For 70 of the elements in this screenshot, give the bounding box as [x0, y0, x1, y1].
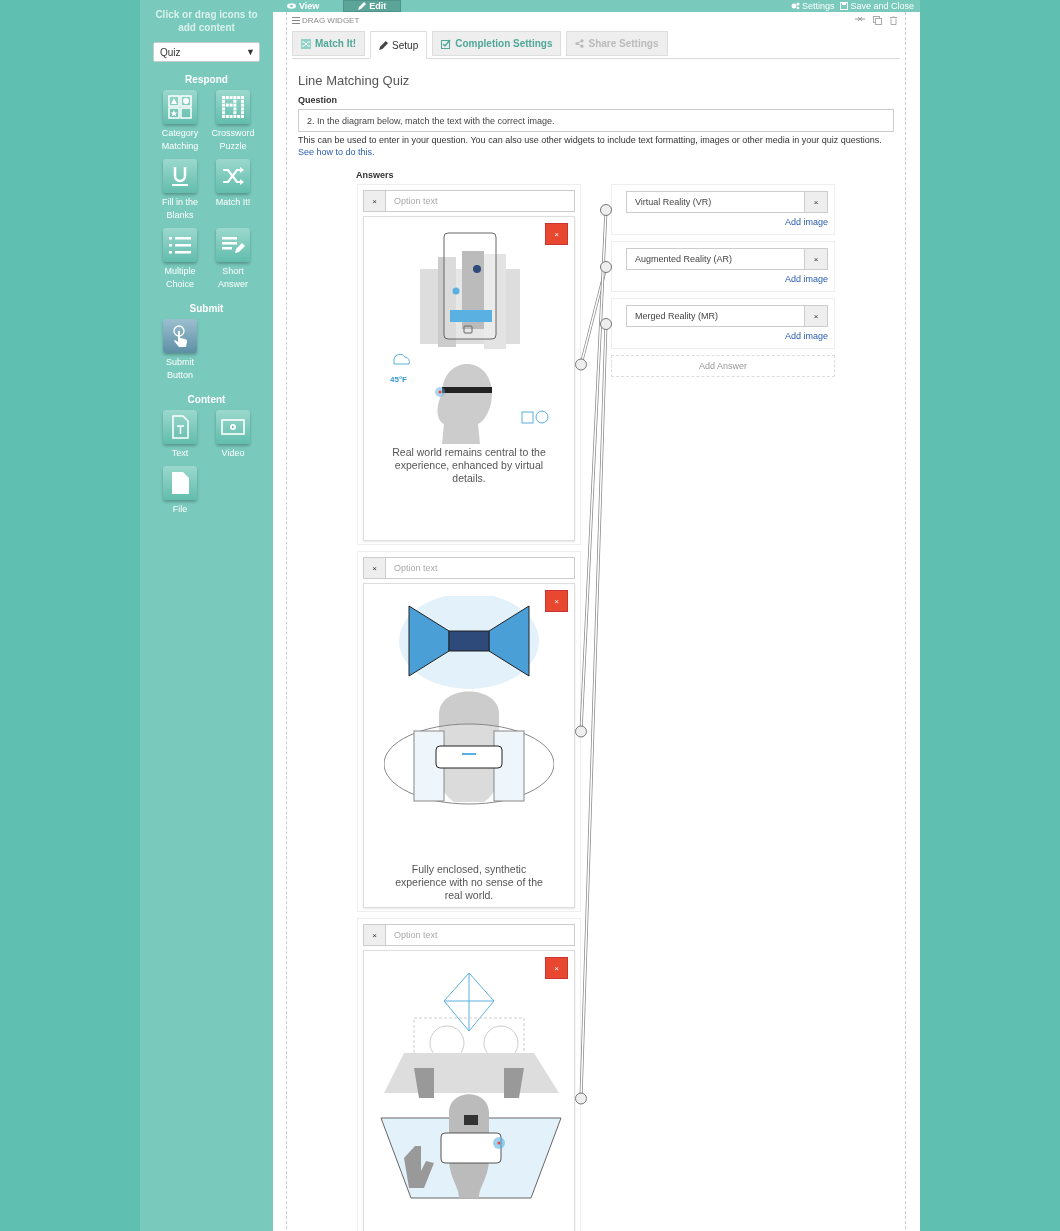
gears-icon [790, 2, 800, 10]
add-image-link[interactable]: Add image [784, 217, 828, 227]
answer-field[interactable]: Augmented Reality (AR) [626, 248, 805, 270]
tool-label: File [171, 503, 189, 516]
trash-icon[interactable] [890, 16, 897, 25]
temperature-label: 45°F [390, 375, 407, 384]
question-label: Question [298, 95, 338, 105]
drag-handle-label[interactable]: DRAG WIDGET [302, 16, 360, 25]
copy-icon[interactable] [873, 16, 882, 25]
image-caption: Real world remains central to the experience, enhanced by virtual details. [391, 446, 547, 485]
tool-label: Category Matching [160, 127, 200, 153]
remove-button[interactable]: × [805, 248, 828, 270]
pencil-icon [358, 2, 367, 10]
delete-image-button[interactable]: × [545, 223, 568, 245]
tool-label: Short Answer [217, 265, 249, 291]
tool-label: Submit Button [165, 356, 195, 382]
question-field[interactable]: 2. In the diagram below, match the text with the correct image. [298, 109, 894, 132]
option-field[interactable]: Option text [386, 557, 575, 579]
checkbox-icon [441, 38, 452, 49]
section-title: Submit [189, 303, 224, 314]
tool-tile[interactable] [163, 319, 197, 353]
add-image-link[interactable]: Add image [784, 331, 828, 341]
eye-icon [287, 3, 296, 9]
add-image-link[interactable]: Add image [784, 274, 828, 284]
tool-tile[interactable] [163, 410, 197, 444]
section-title: Content [187, 394, 226, 405]
settings-tab[interactable]: Setup [370, 31, 428, 59]
floppy-icon [840, 2, 849, 10]
shuffle-icon [301, 38, 311, 49]
remove-button[interactable]: × [363, 557, 386, 579]
tool-label: Fill in the Blanks [161, 196, 199, 222]
tool-tile[interactable] [163, 466, 197, 500]
answer-field[interactable]: Virtual Reality (VR) [626, 191, 805, 213]
tool-tile[interactable] [163, 159, 197, 193]
tool-label: Match It! [214, 196, 252, 209]
crossword-icon [221, 95, 245, 119]
quiz-title: Line Matching Quiz [298, 73, 411, 88]
tool-tile[interactable] [216, 228, 250, 262]
share-icon [575, 39, 585, 48]
pencil-icon [379, 40, 389, 50]
connector-lines-drawing[interactable] [575, 204, 612, 1105]
delete-image-button[interactable]: × [545, 590, 568, 612]
option-field[interactable]: Option text [386, 924, 575, 946]
image-caption: Fully enclosed, synthetic experience with no sense of the real world. [394, 863, 544, 902]
sidebar-heading: Click or drag icons to add content [154, 8, 259, 34]
remove-button[interactable]: × [805, 305, 828, 327]
menu-icon [292, 17, 300, 24]
tool-label: Crossword Puzzle [210, 127, 256, 153]
answer-field[interactable]: Merged Reality (MR) [626, 305, 805, 327]
help-text: This can be used to enter in your question. You can also use other widgets to include text formatting, images or other media in your quiz questions. See how to do this. [298, 134, 883, 158]
collapse-icon[interactable] [855, 16, 865, 22]
tool-label: Text [170, 447, 190, 460]
tool-tile[interactable] [216, 90, 250, 124]
option-field[interactable]: Option text [386, 190, 575, 212]
tool-tile[interactable] [216, 410, 250, 444]
remove-button[interactable]: × [805, 191, 828, 213]
tool-tile[interactable] [216, 159, 250, 193]
shuffle-icon [221, 164, 245, 188]
tool-label: Video [220, 447, 246, 460]
answers-label: Answers [356, 170, 395, 180]
help-link[interactable]: See how to do this. [298, 147, 375, 157]
remove-button[interactable]: × [363, 924, 386, 946]
type-select[interactable]: Quiz ▼ [153, 42, 260, 62]
tool-label: Multiple Choice [163, 265, 197, 291]
shapes-grid-icon [168, 95, 192, 119]
tool-tile[interactable] [163, 228, 197, 262]
tool-tile[interactable] [163, 90, 197, 124]
section-title: Respond [185, 74, 228, 85]
delete-image-button[interactable]: × [545, 957, 568, 979]
remove-button[interactable]: × [363, 190, 386, 212]
